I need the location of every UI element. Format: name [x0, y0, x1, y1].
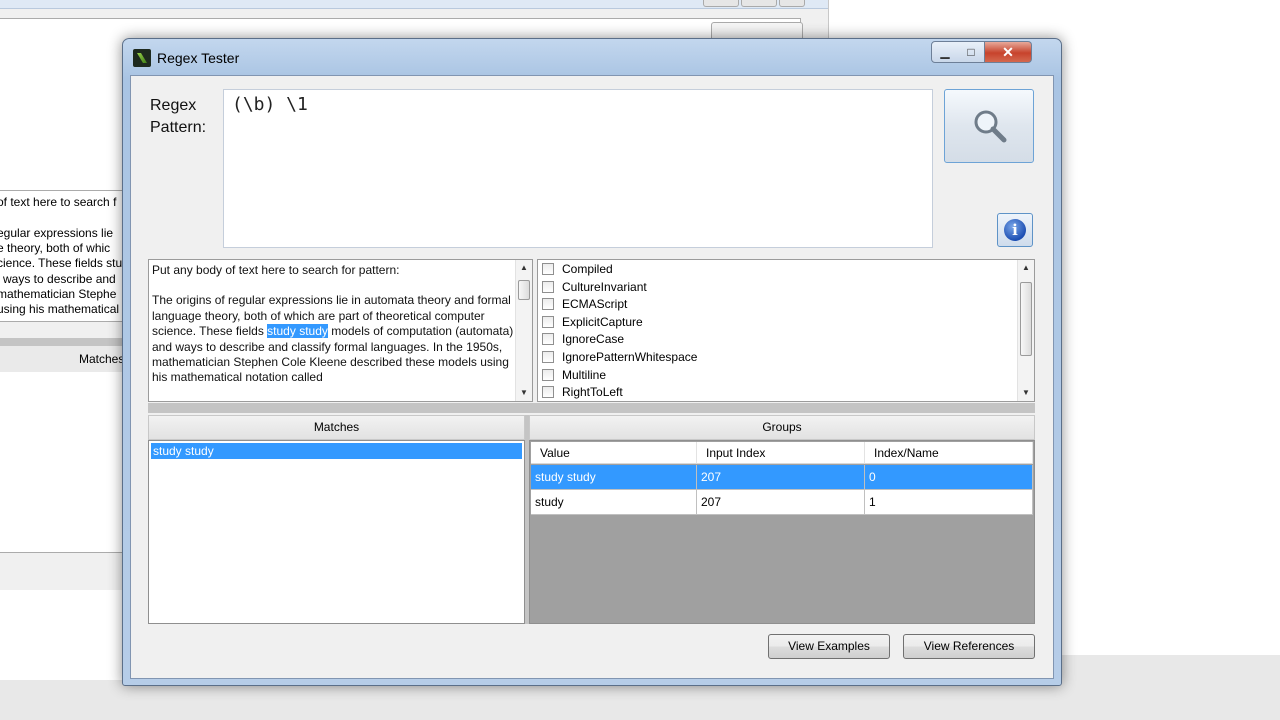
options-scrollbar[interactable]: ▲ ▼: [1017, 260, 1034, 401]
option-ecmascript[interactable]: ECMAScript: [542, 295, 627, 312]
option-right-to-left[interactable]: RightToLeft: [542, 383, 623, 400]
option-label: Multiline: [562, 367, 607, 382]
scroll-down-icon[interactable]: ▼: [1018, 385, 1034, 401]
scroll-up-icon[interactable]: ▲: [516, 260, 532, 276]
column-header-input-index[interactable]: Input Index: [697, 442, 865, 464]
desktop-shadow-area: [1058, 655, 1280, 720]
body-text-intro: Put any body of text here to search for …: [152, 263, 400, 277]
view-examples-button[interactable]: View Examples: [768, 634, 890, 659]
cell-input-index: 207: [697, 490, 865, 515]
checkbox[interactable]: [542, 350, 554, 363]
list-item[interactable]: study study: [151, 443, 522, 459]
regex-pattern-label: Regex Pattern:: [150, 95, 206, 139]
scroll-thumb[interactable]: [1020, 282, 1032, 356]
app-icon: [133, 49, 151, 67]
option-label: RightToLeft: [562, 384, 623, 399]
view-references-button[interactable]: View References: [903, 634, 1035, 659]
option-ignore-pattern-whitespace[interactable]: IgnorePatternWhitespace: [542, 348, 697, 365]
body-text-area[interactable]: Put any body of text here to search for …: [148, 259, 533, 402]
background-matches-list[interactable]: [0, 372, 122, 553]
background-text-line: e theory, both of whic: [0, 241, 111, 255]
close-button[interactable]: ✕: [985, 41, 1032, 63]
info-icon: i: [1004, 219, 1026, 241]
column-header-index-name[interactable]: Index/Name: [865, 442, 1033, 464]
option-culture-invariant[interactable]: CultureInvariant: [542, 278, 647, 295]
maximize-button[interactable]: □: [958, 41, 985, 63]
checkbox[interactable]: [542, 368, 554, 381]
background-text-line: mathematician Stephe: [0, 287, 117, 301]
background-splitter[interactable]: [0, 338, 122, 346]
cell-input-index: 207: [697, 465, 865, 490]
checkbox[interactable]: [542, 297, 554, 310]
background-body-text[interactable]: of text here to search f egular expressi…: [0, 190, 123, 322]
body-text-paragraph: The origins of regular expressions lie i…: [152, 293, 514, 385]
regex-options-list: Compiled CultureInvariant ECMAScript Exp…: [537, 259, 1035, 402]
checkbox[interactable]: [542, 280, 554, 293]
background-text-line: l ways to describe and: [0, 272, 116, 286]
groups-grid: Value Input Index Index/Name study study…: [529, 440, 1035, 624]
option-multiline[interactable]: Multiline: [542, 366, 606, 383]
option-label: ECMAScript: [562, 296, 628, 311]
option-label: CultureInvariant: [562, 279, 647, 294]
window-title: Regex Tester: [157, 50, 240, 66]
scroll-down-icon[interactable]: ▼: [516, 385, 532, 401]
checkbox[interactable]: [542, 315, 554, 328]
client-area: Regex Pattern: (\b) \1 i Put any body of…: [130, 75, 1054, 679]
cell-index-name: 1: [865, 490, 1033, 515]
background-button[interactable]: [703, 0, 739, 7]
background-button[interactable]: [741, 0, 777, 7]
regex-tester-window: Regex Tester ▁ □ ✕ Regex Pattern: (\b) \…: [122, 38, 1062, 686]
background-matches-header: Matches: [0, 346, 125, 373]
background-button[interactable]: [779, 0, 805, 7]
checkbox[interactable]: [542, 332, 554, 345]
cell-index-name: 0: [865, 465, 1033, 490]
background-text-line: cience. These fields study: [0, 256, 123, 270]
cell-value: study study: [531, 465, 697, 490]
minimize-icon: ▁: [940, 45, 950, 59]
option-label: IgnorePatternWhitespace: [562, 349, 698, 364]
cell-value: study: [531, 490, 697, 515]
regex-label-line1: Regex: [150, 97, 197, 114]
checkbox[interactable]: [542, 385, 554, 398]
option-explicit-capture[interactable]: ExplicitCapture: [542, 313, 643, 330]
regex-label-line2: Pattern:: [150, 119, 207, 136]
background-matches-label: Matches: [79, 352, 125, 366]
column-header-value[interactable]: Value: [531, 442, 697, 464]
option-compiled[interactable]: Compiled: [542, 260, 613, 277]
matches-list[interactable]: study study: [148, 440, 525, 624]
minimize-button[interactable]: ▁: [931, 41, 959, 63]
option-label: ExplicitCapture: [562, 314, 643, 329]
background-text-line: egular expressions lie: [0, 226, 114, 240]
scroll-up-icon[interactable]: ▲: [1018, 260, 1034, 276]
close-icon: ✕: [1002, 43, 1014, 60]
table-row[interactable]: study study 207 0: [531, 465, 1033, 490]
body-text-highlight: study study: [267, 324, 328, 339]
body-text-scrollbar[interactable]: ▲ ▼: [515, 260, 532, 401]
groups-header: Groups: [529, 415, 1035, 440]
search-button[interactable]: [944, 89, 1034, 163]
background-text-line: using his mathematical: [0, 302, 120, 316]
maximize-icon: □: [967, 45, 975, 59]
option-label: Compiled: [562, 261, 613, 276]
background-text-line: of text here to search f: [0, 195, 117, 209]
option-label: IgnoreCase: [562, 331, 625, 346]
horizontal-splitter[interactable]: [148, 403, 1035, 413]
magnifier-icon: [974, 110, 1007, 143]
table-row[interactable]: study 207 1: [531, 490, 1033, 515]
checkbox[interactable]: [542, 262, 554, 275]
regex-pattern-input[interactable]: (\b) \1: [223, 89, 933, 248]
info-button[interactable]: i: [997, 213, 1033, 247]
matches-header: Matches: [148, 415, 525, 440]
scroll-thumb[interactable]: [518, 280, 530, 300]
title-bar[interactable]: Regex Tester ▁ □ ✕: [123, 39, 1061, 75]
option-ignore-case[interactable]: IgnoreCase: [542, 330, 624, 347]
